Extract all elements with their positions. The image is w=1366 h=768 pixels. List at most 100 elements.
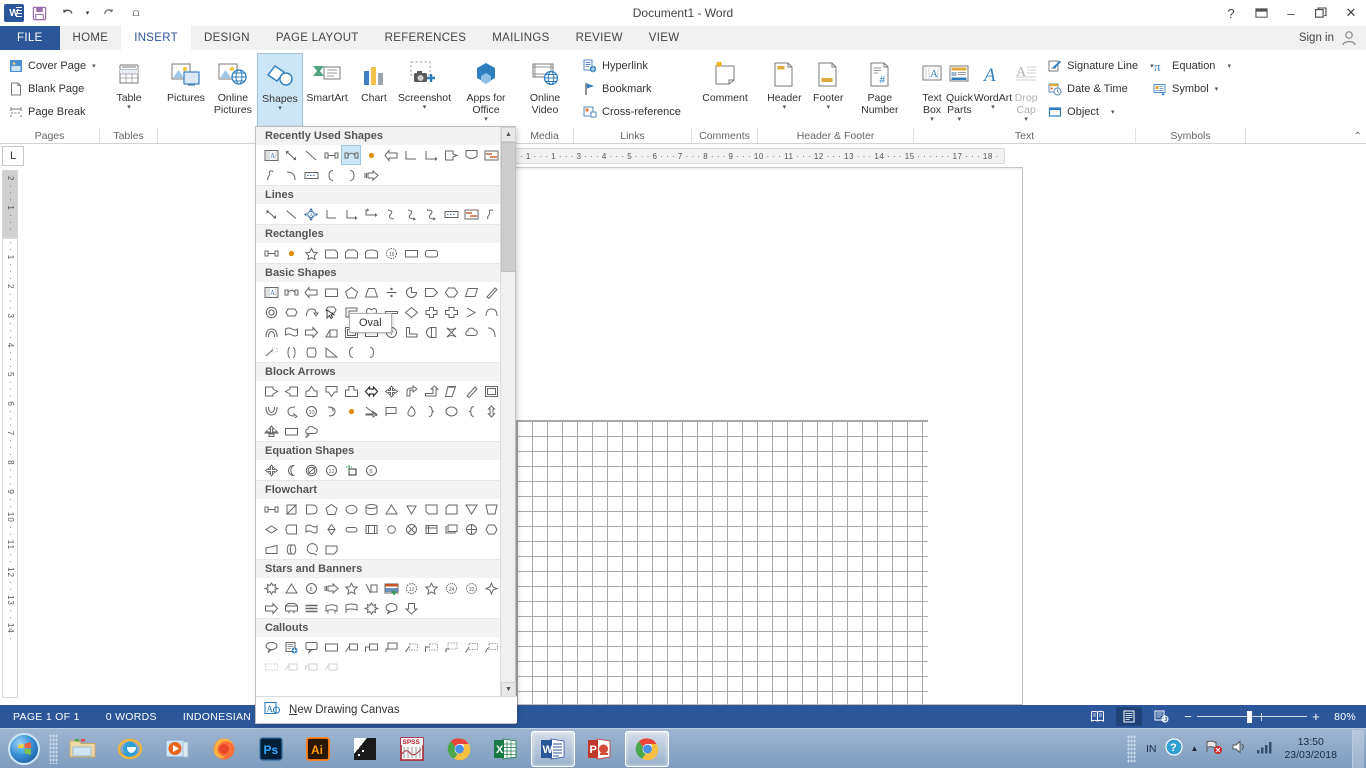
blank-page-button[interactable]: Blank Page bbox=[5, 78, 99, 100]
language-indicator-tray[interactable]: IN bbox=[1146, 743, 1157, 755]
shape-cursor-shape[interactable] bbox=[321, 302, 341, 322]
chrome-icon[interactable] bbox=[437, 731, 481, 767]
shape-banner-table[interactable] bbox=[381, 578, 401, 598]
shape-hexagon[interactable] bbox=[441, 282, 461, 302]
close-button[interactable]: ✕ bbox=[1336, 0, 1366, 26]
tab-view[interactable]: VIEW bbox=[636, 26, 693, 50]
word-count[interactable]: 0 WORDS bbox=[93, 711, 170, 723]
shape-arc-2[interactable] bbox=[481, 302, 501, 322]
shape-row[interactable] bbox=[256, 598, 502, 618]
shape-minus-math[interactable] bbox=[281, 460, 301, 480]
shape-bracket-pair[interactable] bbox=[281, 342, 301, 362]
header-button[interactable]: Header ▾ bbox=[763, 53, 806, 112]
shape-rect-round-top[interactable] bbox=[361, 243, 381, 263]
zoom-out-button[interactable]: − bbox=[1184, 709, 1192, 724]
shape-row[interactable] bbox=[256, 165, 502, 185]
smartart-button[interactable]: SmartArt bbox=[304, 53, 350, 104]
undo-dropdown-caret[interactable]: ▾ bbox=[82, 1, 93, 25]
shape-connector-elbow[interactable] bbox=[321, 145, 341, 165]
tab-references[interactable]: REFERENCES bbox=[372, 26, 480, 50]
document-canvas[interactable] bbox=[18, 167, 1366, 705]
shape-arrow-anchor[interactable] bbox=[261, 421, 281, 441]
shape-row[interactable] bbox=[256, 421, 502, 441]
shape-chevron[interactable] bbox=[461, 302, 481, 322]
undo-icon[interactable] bbox=[54, 1, 80, 25]
shape-bracket-left[interactable] bbox=[341, 342, 361, 362]
shape-bent-up-arrow[interactable] bbox=[421, 381, 441, 401]
shape-star-burst[interactable] bbox=[361, 598, 381, 618]
shape-row[interactable]: A bbox=[256, 145, 502, 165]
show-desktop-button[interactable] bbox=[1352, 729, 1364, 768]
shape-fc-delay2[interactable] bbox=[301, 539, 321, 559]
shape-fc-connector-circle[interactable] bbox=[381, 519, 401, 539]
shape-seal-24[interactable]: 24 bbox=[441, 578, 461, 598]
shape-dot-small[interactable] bbox=[341, 401, 361, 421]
shape-arc[interactable] bbox=[281, 165, 301, 185]
shape-notched-square[interactable] bbox=[481, 381, 501, 401]
shape-rect-snip-2[interactable] bbox=[341, 243, 361, 263]
clock[interactable]: 13:50 23/03/2018 bbox=[1280, 736, 1341, 762]
shape-ribbon-stack[interactable] bbox=[301, 598, 321, 618]
tab-page-layout[interactable]: PAGE LAYOUT bbox=[263, 26, 372, 50]
wordart-button[interactable]: A WordArt ▾ bbox=[974, 53, 1012, 112]
web-layout-button[interactable] bbox=[1148, 707, 1174, 726]
shape-cloud-shape[interactable] bbox=[281, 302, 301, 322]
shape-cross-arrow[interactable] bbox=[341, 381, 361, 401]
shape-flag-shape[interactable] bbox=[281, 322, 301, 342]
shape-star-4p[interactable] bbox=[481, 578, 501, 598]
shape-fc-sort[interactable] bbox=[321, 519, 341, 539]
minimize-button[interactable]: – bbox=[1276, 0, 1306, 26]
bookmark-button[interactable]: Bookmark bbox=[579, 78, 684, 100]
shape-connector-elbow-double[interactable] bbox=[361, 204, 381, 224]
shape-callout-doc[interactable] bbox=[281, 637, 301, 657]
shape-connector-angle[interactable] bbox=[401, 145, 421, 165]
shape-fc-or[interactable] bbox=[461, 519, 481, 539]
shape-curve-s-double[interactable] bbox=[421, 204, 441, 224]
shape-star-5p[interactable] bbox=[341, 578, 361, 598]
shape-fc-internal[interactable] bbox=[421, 519, 441, 539]
text-box-button[interactable]: A Text Box ▾ bbox=[919, 53, 945, 124]
shape-divide-math[interactable]: 12 bbox=[321, 460, 341, 480]
shape-rect-snip[interactable] bbox=[321, 243, 341, 263]
spss-icon[interactable]: SPSS bbox=[390, 731, 434, 767]
zoom-thumb[interactable] bbox=[1247, 710, 1253, 723]
shape-line[interactable] bbox=[301, 145, 321, 165]
chevron-down-icon[interactable]: ▾ bbox=[930, 116, 934, 124]
shape-scribble[interactable] bbox=[481, 204, 501, 224]
shape-curve-s-arrow[interactable] bbox=[401, 204, 421, 224]
illustrator-icon[interactable]: Ai bbox=[296, 731, 340, 767]
chrome-window-icon[interactable] bbox=[625, 730, 669, 767]
shape-banner-small[interactable] bbox=[361, 578, 381, 598]
shape-arrow-down-b[interactable] bbox=[321, 381, 341, 401]
shape-arrow-4way-b[interactable] bbox=[381, 381, 401, 401]
shape-arrow-left-b[interactable] bbox=[281, 381, 301, 401]
shape-arrow-left[interactable] bbox=[381, 145, 401, 165]
shape-bent-arrow[interactable] bbox=[401, 381, 421, 401]
scroll-down-arrow-icon[interactable]: ▼ bbox=[501, 682, 516, 697]
action-center-icon[interactable]: ? bbox=[1164, 737, 1184, 760]
excel-icon[interactable]: X bbox=[484, 731, 528, 767]
shape-arrow-banner[interactable] bbox=[261, 598, 281, 618]
shape-callout-line-1[interactable] bbox=[341, 637, 361, 657]
shape-callout-line-3[interactable] bbox=[381, 637, 401, 657]
page-break-button[interactable]: Page Break bbox=[5, 101, 99, 123]
shape-bracket-double[interactable] bbox=[301, 342, 321, 362]
shape-cloud[interactable] bbox=[461, 322, 481, 342]
shape-updown-arrow[interactable] bbox=[481, 401, 501, 421]
shape-home-plate[interactable] bbox=[421, 282, 441, 302]
shape-row[interactable] bbox=[256, 637, 502, 657]
shape-callout-bar[interactable] bbox=[481, 145, 501, 165]
shape-dot-small[interactable] bbox=[361, 145, 381, 165]
start-button[interactable] bbox=[2, 731, 46, 767]
shape-ribbon-curved[interactable] bbox=[321, 598, 341, 618]
shape-curve-s[interactable] bbox=[381, 204, 401, 224]
shape-parallelogram[interactable] bbox=[461, 282, 481, 302]
shape-connector-move[interactable]: A bbox=[301, 204, 321, 224]
shape-freeform-rect[interactable] bbox=[441, 204, 461, 224]
shape-callout-oval[interactable] bbox=[381, 598, 401, 618]
shape-curve-left[interactable] bbox=[281, 401, 301, 421]
shape-plus-math[interactable] bbox=[261, 460, 281, 480]
chevron-down-icon[interactable]: ▾ bbox=[92, 62, 96, 70]
quick-parts-button[interactable]: Quick Parts ▾ bbox=[946, 53, 973, 124]
chevron-down-icon[interactable]: ▾ bbox=[991, 104, 995, 112]
